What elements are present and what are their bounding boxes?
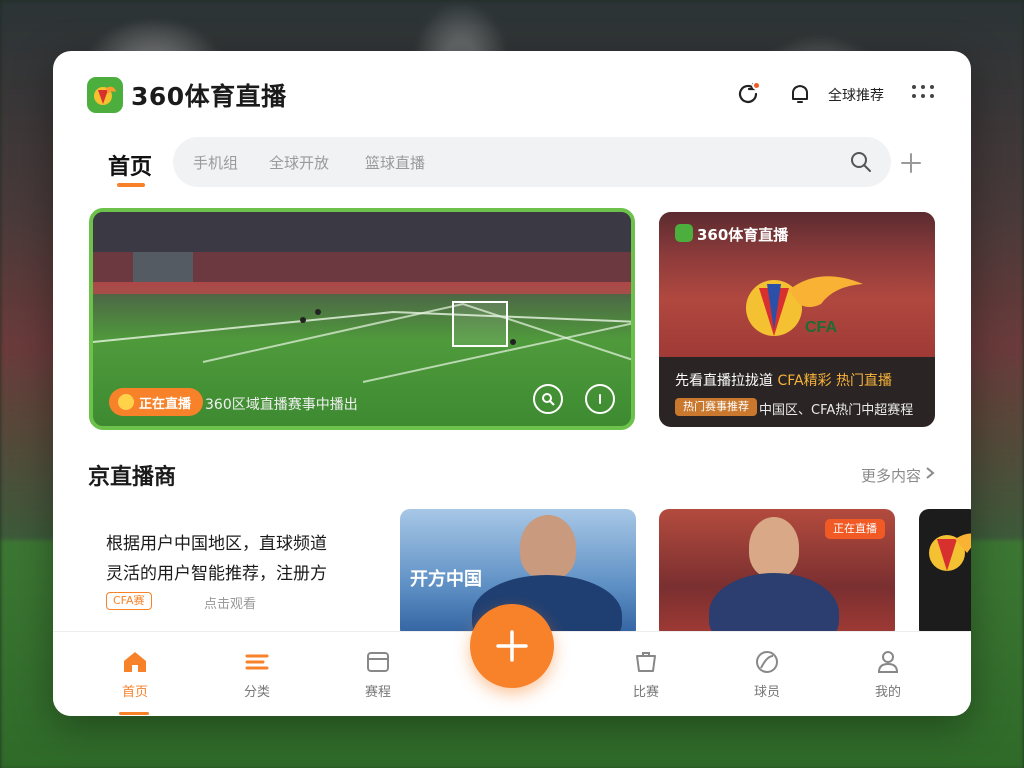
video-thumb-2[interactable]: 正在直播 bbox=[659, 509, 895, 639]
match-icon bbox=[636, 652, 656, 672]
profile-icon bbox=[877, 651, 899, 673]
region-selector[interactable]: 全球推荐 bbox=[828, 85, 884, 105]
recommend-tag: CFA赛 bbox=[106, 592, 152, 610]
bell-icon[interactable] bbox=[785, 79, 815, 109]
nav-category[interactable]: 分类 bbox=[227, 648, 287, 700]
nav-ball[interactable]: 球员 bbox=[737, 648, 797, 700]
nav-match[interactable]: 比赛 bbox=[616, 648, 676, 700]
side-brand-icon bbox=[675, 224, 693, 242]
side-title-a: 先看直播拉拢道 bbox=[675, 373, 773, 389]
side-brand: 360体育直播 bbox=[697, 226, 789, 244]
nav-profile[interactable]: 我的 bbox=[858, 648, 918, 700]
cfa-emblem-icon: CFA bbox=[746, 276, 863, 336]
more-icon[interactable] bbox=[909, 81, 939, 103]
side-title-b: CFA精彩 bbox=[777, 373, 832, 389]
plus-icon[interactable] bbox=[899, 151, 923, 175]
nav-match-label: 比赛 bbox=[632, 685, 659, 700]
person-jacket bbox=[709, 573, 839, 639]
notification-dot bbox=[752, 81, 761, 90]
app-logo-icon bbox=[87, 77, 123, 113]
zoom-icon[interactable] bbox=[533, 384, 563, 414]
add-icon bbox=[496, 630, 528, 662]
live-badge-label: 正在直播 bbox=[139, 396, 192, 412]
hero-live-card[interactable]: 正在直播 360区域直播赛事中播出 bbox=[89, 208, 635, 430]
section-more-link[interactable]: 更多内容 bbox=[861, 465, 921, 486]
nav-category-label: 分类 bbox=[243, 685, 270, 700]
recommend-meta: 点击观看 bbox=[204, 597, 257, 612]
recommend-line-1: 根据用户中国地区，直球频道 bbox=[106, 534, 327, 554]
live-badge: 正在直播 bbox=[109, 388, 204, 416]
ball-icon bbox=[756, 651, 778, 673]
side-tag: 热门赛事推荐 bbox=[675, 398, 757, 416]
nav-home-label: 首页 bbox=[121, 685, 148, 700]
video-thumb-3[interactable] bbox=[919, 509, 971, 639]
chevron-right-icon[interactable] bbox=[923, 465, 937, 481]
chip-2[interactable]: 篮球直播 bbox=[365, 152, 425, 173]
side-title-c: 热门直播 bbox=[836, 373, 893, 389]
person-face bbox=[749, 517, 799, 577]
hero-side-card[interactable]: 360体育直播 CFA 先看直播拉拢道 CFA精彩 热门直播 热门赛事推荐 中国… bbox=[659, 212, 935, 427]
live-badge-icon bbox=[118, 394, 134, 410]
side-subtitle: 中国区、CFA热门中超赛程 bbox=[759, 403, 914, 418]
nav-home[interactable]: 首页 bbox=[105, 648, 165, 700]
home-icon bbox=[124, 652, 146, 672]
nav-schedule-label: 赛程 bbox=[364, 685, 391, 700]
cfa-emblem-icon bbox=[929, 533, 971, 571]
nav-active-indicator bbox=[119, 712, 149, 715]
app-window: 360体育直播 全球推荐 首页 手机组 全球开放 篮球直播 正在直播 360区域… bbox=[53, 51, 971, 716]
add-button[interactable] bbox=[470, 604, 554, 688]
header: 360体育直播 全球推荐 bbox=[53, 51, 971, 137]
app-title: 360体育直播 bbox=[131, 82, 287, 111]
svg-text:CFA: CFA bbox=[805, 319, 837, 336]
tab-home-indicator bbox=[117, 183, 145, 187]
recommend-line-2: 灵活的用户智能推荐，注册方 bbox=[106, 564, 327, 584]
schedule-icon bbox=[367, 652, 389, 672]
info-icon[interactable] bbox=[585, 384, 615, 414]
thumb1-text: 开方中国 bbox=[410, 569, 482, 590]
nav-ball-label: 球员 bbox=[753, 685, 780, 700]
side-title: 先看直播拉拢道 CFA精彩 热门直播 bbox=[675, 370, 892, 390]
chip-1[interactable]: 全球开放 bbox=[269, 152, 329, 173]
nav-profile-label: 我的 bbox=[874, 685, 901, 700]
thumb2-badge: 正在直播 bbox=[825, 519, 885, 539]
search-bar[interactable]: 手机组 全球开放 篮球直播 bbox=[173, 137, 891, 187]
person-face bbox=[520, 515, 576, 579]
chip-0[interactable]: 手机组 bbox=[193, 152, 238, 173]
recommend-text-card[interactable]: 根据用户中国地区，直球频道 灵活的用户智能推荐，注册方 CFA赛 点击观看 bbox=[88, 509, 378, 639]
refresh-icon[interactable] bbox=[733, 79, 763, 109]
section-title: 京直播商 bbox=[88, 465, 177, 490]
search-icon[interactable] bbox=[849, 150, 873, 174]
tab-home[interactable]: 首页 bbox=[108, 149, 152, 181]
category-icon bbox=[245, 654, 269, 670]
hero-caption: 360区域直播赛事中播出 bbox=[205, 397, 358, 413]
nav-schedule[interactable]: 赛程 bbox=[348, 648, 408, 700]
